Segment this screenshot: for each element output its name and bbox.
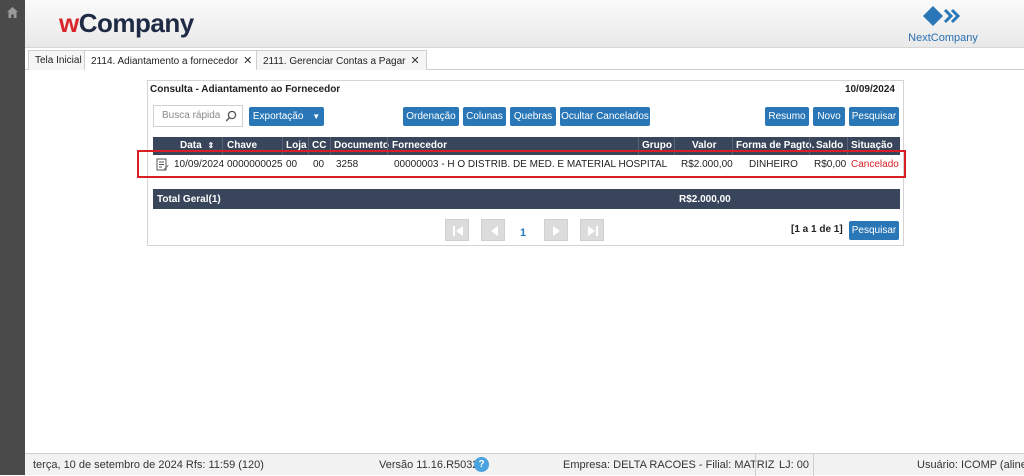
- next-page-icon: [553, 226, 560, 236]
- panel-title: Consulta - Adiantamento ao Fornecedor: [150, 84, 341, 95]
- exportacao-button[interactable]: Exportação ▼: [249, 107, 324, 126]
- previous-page-button[interactable]: [481, 219, 505, 241]
- panel-date: 10/09/2024: [844, 84, 895, 95]
- tab-label: 2111. Gerenciar Contas a Pagar: [263, 56, 406, 67]
- status-bar: terça, 10 de setembro de 2024 Rfs: 11:59…: [25, 453, 1024, 476]
- close-icon[interactable]: ✕: [243, 55, 252, 67]
- previous-page-icon: [491, 226, 498, 236]
- search-placeholder: Busca rápida: [162, 110, 221, 121]
- page-info: [1 a 1 de 1]: [791, 224, 843, 235]
- first-page-icon: [453, 226, 463, 236]
- search-input[interactable]: Busca rápida: [153, 105, 243, 127]
- tab-tela-inicial[interactable]: Tela Inicial: [28, 50, 89, 70]
- footer-empresa: Empresa: DELTA RACOES - Filial: MATRIZ: [563, 459, 775, 471]
- nextcompany-text: NextCompany: [908, 32, 978, 44]
- wcompany-logo: wCompany: [59, 8, 194, 38]
- total-label: Total Geral(1): [157, 194, 221, 205]
- total-row: Total Geral(1) R$2.000,00: [153, 189, 900, 209]
- tab-label: Tela Inicial: [35, 55, 82, 66]
- nextcompany-logo-icon: [923, 6, 961, 26]
- tab-label: 2114. Adiantamento a fornecedor: [91, 56, 239, 67]
- quebras-button[interactable]: Quebras: [510, 107, 556, 126]
- sort-icon[interactable]: ⇕: [207, 141, 214, 150]
- footer-date: terça, 10 de setembro de 2024 Rfs: 11:59…: [33, 459, 264, 471]
- novo-button[interactable]: Novo: [813, 107, 845, 126]
- colunas-button[interactable]: Colunas: [463, 107, 506, 126]
- tab-adiantamento[interactable]: 2114. Adiantamento a fornecedor ✕: [84, 50, 260, 70]
- next-page-button[interactable]: [544, 219, 568, 241]
- pesquisar-button[interactable]: Pesquisar: [849, 107, 899, 126]
- nextcompany-logo: NextCompany: [908, 4, 978, 44]
- last-page-icon: [588, 226, 598, 236]
- footer-usuario: Usuário: ICOMP (aline): [917, 459, 1024, 471]
- close-icon[interactable]: ✕: [411, 55, 420, 67]
- tab-gerenciar-contas[interactable]: 2111. Gerenciar Contas a Pagar ✕: [256, 50, 427, 70]
- current-page[interactable]: 1: [520, 227, 526, 239]
- ocultar-cancelados-button[interactable]: Ocultar Cancelados: [560, 107, 650, 126]
- chevron-down-icon: ▼: [312, 112, 321, 121]
- footer-lj: LJ: 00: [779, 459, 809, 471]
- pager-pesquisar-button[interactable]: Pesquisar: [849, 221, 899, 240]
- left-rail: [0, 0, 25, 475]
- ordenacao-button[interactable]: Ordenação: [403, 107, 459, 126]
- tab-bar: Tela Inicial 2114. Adiantamento a fornec…: [25, 50, 1024, 70]
- row-highlight-box: [137, 150, 906, 178]
- total-value: R$2.000,00: [679, 194, 731, 205]
- resumo-button[interactable]: Resumo: [765, 107, 809, 126]
- search-icon[interactable]: [225, 110, 237, 122]
- last-page-button[interactable]: [580, 219, 604, 241]
- help-icon[interactable]: ?: [474, 457, 489, 472]
- app-header: wCompany NextCompany: [25, 0, 1024, 48]
- first-page-button[interactable]: [445, 219, 469, 241]
- footer-version: Versão 11.16.R5032: [379, 459, 479, 471]
- home-icon[interactable]: [6, 6, 19, 19]
